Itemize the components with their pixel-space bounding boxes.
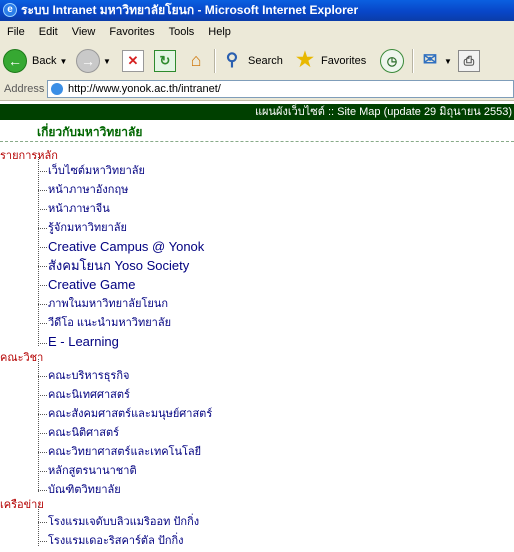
forward-dropdown-icon[interactable]: ▼ bbox=[103, 57, 111, 66]
favorites-button[interactable]: ★ Favorites bbox=[294, 47, 366, 75]
section-main-title: รายการหลัก bbox=[0, 150, 58, 162]
menu-edit[interactable]: Edit bbox=[32, 21, 65, 43]
link-chinese-page[interactable]: หน้าภาษาจีน bbox=[48, 201, 110, 217]
back-button[interactable]: ← Back ▼ bbox=[3, 47, 67, 75]
link-e-learning[interactable]: E - Learning bbox=[48, 334, 119, 350]
page-content: แผนผังเว็บไซต์ :: Site Map (update 29 มิ… bbox=[0, 100, 514, 552]
link-faculty-business[interactable]: คณะบริหารธุรกิจ bbox=[48, 368, 129, 384]
link-faculty-science-tech[interactable]: คณะวิทยาศาสตร์และเทคโนโลยี bbox=[48, 444, 201, 460]
refresh-icon: ↻ bbox=[154, 50, 176, 72]
link-graduate-school[interactable]: บัณฑิตวิทยาลัย bbox=[48, 482, 121, 498]
stop-icon: ✕ bbox=[122, 50, 144, 72]
link-creative-campus[interactable]: Creative Campus @ Yonok bbox=[48, 239, 204, 255]
menu-view[interactable]: View bbox=[65, 21, 103, 43]
divider bbox=[0, 141, 514, 142]
page-icon bbox=[51, 83, 63, 95]
address-url[interactable]: http://www.yonok.ac.th/intranet/ bbox=[68, 81, 221, 97]
section-faculties-title: คณะวิชา bbox=[0, 352, 44, 364]
tree-line bbox=[38, 506, 39, 546]
refresh-button[interactable]: ↻ bbox=[154, 47, 176, 75]
forward-arrow-icon: → bbox=[76, 49, 100, 73]
link-university-website[interactable]: เว็บไซต์มหาวิทยาลัย bbox=[48, 163, 145, 179]
print-button[interactable]: ⎙ bbox=[458, 47, 480, 75]
menu-tools[interactable]: Tools bbox=[162, 21, 202, 43]
menu-bar: File Edit View Favorites Tools Help bbox=[0, 21, 514, 44]
menu-help[interactable]: Help bbox=[201, 21, 238, 43]
address-bar: Address http://www.yonok.ac.th/intranet/ bbox=[0, 79, 514, 101]
link-faculty-law[interactable]: คณะนิติศาสตร์ bbox=[48, 425, 119, 441]
about-heading[interactable]: เกี่ยวกับมหาวิทยาลัย bbox=[37, 124, 142, 140]
menu-file[interactable]: File bbox=[0, 21, 32, 43]
print-icon: ⎙ bbox=[458, 50, 480, 72]
history-button[interactable]: ◷ bbox=[380, 47, 404, 75]
sitemap-header: แผนผังเว็บไซต์ :: Site Map (update 29 มิ… bbox=[0, 104, 514, 120]
link-faculty-communication[interactable]: คณะนิเทศศาสตร์ bbox=[48, 387, 130, 403]
mail-icon: ✉ bbox=[422, 50, 438, 69]
home-icon: ⌂ bbox=[190, 50, 202, 70]
link-about-university[interactable]: รู้จักมหาวิทยาลัย bbox=[48, 220, 127, 236]
mail-dropdown-icon[interactable]: ▼ bbox=[444, 57, 452, 66]
address-label: Address bbox=[4, 83, 45, 95]
tree-line bbox=[38, 359, 39, 492]
back-arrow-icon: ← bbox=[3, 49, 27, 73]
forward-button[interactable]: → ▼ bbox=[76, 47, 111, 75]
link-jw-marriott-beijing[interactable]: โรงแรมเจดับบลิวแมริออท ปักกิ่ง bbox=[48, 514, 199, 530]
search-icon: ⚲ bbox=[225, 50, 239, 69]
link-yoso-society[interactable]: สังคมโยนก Yoso Society bbox=[48, 258, 189, 274]
stop-button[interactable]: ✕ bbox=[122, 47, 144, 75]
link-intro-video[interactable]: วีดีโอ แนะนำมหาวิทยาลัย bbox=[48, 315, 171, 331]
search-button[interactable]: ⚲ Search bbox=[221, 47, 283, 75]
link-ritz-carlton-beijing[interactable]: โรงแรมเดอะริสคาร์ตัล ปักกิ่ง bbox=[48, 533, 184, 549]
window-title: ระบบ Intranet มหาวิทยาลัยโยนก - Microsof… bbox=[21, 3, 359, 17]
link-photos[interactable]: ภาพในมหาวิทยาลัยโยนก bbox=[48, 296, 168, 312]
address-input[interactable]: http://www.yonok.ac.th/intranet/ bbox=[47, 80, 514, 98]
window-titlebar[interactable]: e ระบบ Intranet มหาวิทยาลัยโยนก - Microso… bbox=[0, 0, 514, 21]
history-icon: ◷ bbox=[380, 49, 404, 73]
mail-button[interactable]: ✉ ▼ bbox=[419, 47, 452, 75]
toolbar: ← Back ▼ → ▼ ✕ ↻ ⌂ ⚲ Search ★ Favorites … bbox=[0, 43, 514, 80]
favorites-star-icon: ★ bbox=[296, 49, 314, 71]
link-international-program[interactable]: หลักสูตรนานาชาติ bbox=[48, 463, 137, 479]
link-faculty-social-sciences[interactable]: คณะสังคมศาสตร์และมนุษย์ศาสตร์ bbox=[48, 406, 212, 422]
menu-favorites[interactable]: Favorites bbox=[102, 21, 161, 43]
tree-line bbox=[38, 157, 39, 346]
link-english-page[interactable]: หน้าภาษาอังกฤษ bbox=[48, 182, 128, 198]
link-creative-game[interactable]: Creative Game bbox=[48, 277, 135, 293]
ie-logo-icon: e bbox=[3, 3, 17, 17]
home-button[interactable]: ⌂ bbox=[185, 47, 207, 75]
back-dropdown-icon[interactable]: ▼ bbox=[59, 57, 67, 66]
